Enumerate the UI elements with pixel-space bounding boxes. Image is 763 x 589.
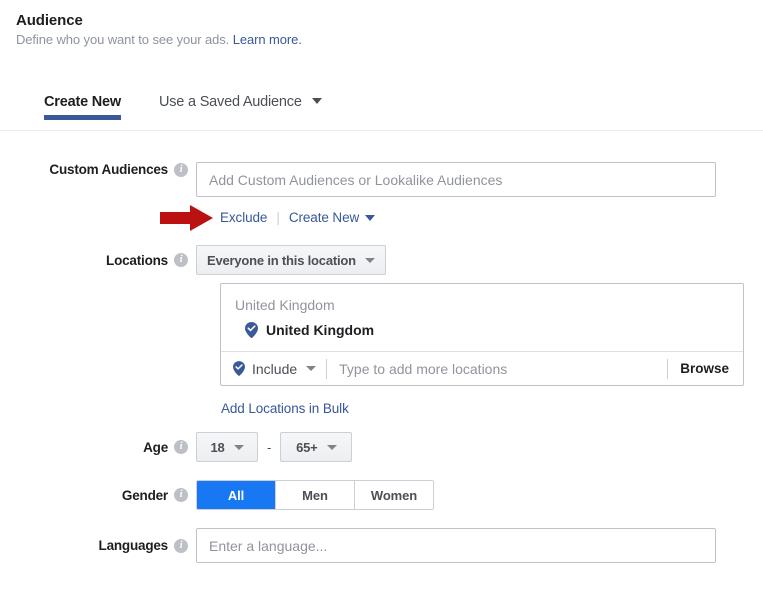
- languages-row: Languages i: [0, 528, 716, 563]
- add-locations-in-bulk-link[interactable]: Add Locations in Bulk: [221, 401, 349, 416]
- page-subtitle: Define who you want to see your ads. Lea…: [16, 32, 302, 47]
- create-new-audience-link[interactable]: Create New: [289, 210, 359, 225]
- chevron-down-icon: [306, 366, 317, 371]
- locations-group-header: United Kingdom: [235, 297, 335, 313]
- locations-label: Locations i: [0, 245, 196, 275]
- tab-create-new-label: Create New: [44, 94, 121, 110]
- sublinks-separator: |: [276, 210, 280, 225]
- age-label-text: Age: [143, 439, 168, 455]
- gender-label: Gender i: [0, 480, 196, 510]
- languages-label-text: Languages: [98, 538, 169, 553]
- location-pin-check-icon: [245, 322, 258, 338]
- location-scope-dropdown[interactable]: Everyone in this location: [196, 245, 386, 275]
- page-title: Audience: [16, 12, 83, 29]
- locations-search-bar: Include Browse: [221, 351, 743, 385]
- chevron-down-icon: [311, 98, 322, 104]
- info-icon[interactable]: i: [174, 538, 188, 553]
- location-selected-item-label: United Kingdom: [266, 322, 375, 338]
- tab-use-saved-audience[interactable]: Use a Saved Audience: [159, 94, 322, 120]
- age-label: Age i: [0, 432, 196, 462]
- location-include-dropdown[interactable]: Include: [221, 361, 326, 377]
- location-pin-check-icon: [233, 361, 245, 376]
- custom-audiences-row: Custom Audiences i: [0, 162, 716, 197]
- age-max-dropdown[interactable]: 65+: [280, 432, 353, 462]
- audience-tabs: Create New Use a Saved Audience: [44, 94, 322, 120]
- custom-audiences-input[interactable]: [196, 162, 716, 197]
- gender-option-all[interactable]: All: [197, 481, 276, 509]
- browse-locations-button[interactable]: Browse: [668, 361, 743, 376]
- audience-section-header: Audience Define who you want to see your…: [16, 12, 302, 47]
- tab-use-saved-audience-label: Use a Saved Audience: [158, 94, 302, 110]
- chevron-down-icon: [364, 257, 375, 263]
- gender-option-women[interactable]: Women: [355, 481, 433, 509]
- custom-audiences-sublinks: Exclude | Create New: [220, 210, 376, 225]
- gender-option-men[interactable]: Men: [276, 481, 355, 509]
- languages-label: Languages i: [0, 528, 196, 563]
- age-range-separator: -: [267, 439, 272, 455]
- locations-box: United Kingdom United Kingdom Include Br…: [220, 283, 744, 386]
- tab-create-new[interactable]: Create New: [44, 94, 121, 120]
- gender-row: Gender i All Men Women: [0, 480, 434, 510]
- location-include-dropdown-label: Include: [252, 360, 298, 377]
- info-icon[interactable]: i: [174, 162, 188, 177]
- location-scope-dropdown-label: Everyone in this location: [207, 252, 356, 268]
- languages-input[interactable]: [196, 528, 716, 563]
- chevron-down-icon: [326, 444, 337, 450]
- age-min-dropdown[interactable]: 18: [196, 432, 258, 462]
- info-icon[interactable]: i: [174, 440, 188, 454]
- tabs-divider: [0, 130, 763, 131]
- age-min-value: 18: [210, 439, 225, 455]
- locations-label-text: Locations: [106, 252, 168, 268]
- location-selected-item[interactable]: United Kingdom: [221, 313, 743, 351]
- locations-search-input[interactable]: [327, 352, 668, 385]
- info-icon[interactable]: i: [174, 488, 188, 502]
- gender-segmented-control: All Men Women: [196, 480, 434, 510]
- chevron-down-icon: [233, 444, 244, 450]
- learn-more-link[interactable]: Learn more.: [233, 32, 302, 47]
- locations-row: Locations i Everyone in this location: [0, 245, 386, 275]
- exclude-link[interactable]: Exclude: [220, 210, 267, 225]
- red-arrow-annotation-icon: [160, 205, 213, 231]
- page-subtitle-text: Define who you want to see your ads.: [16, 32, 230, 47]
- custom-audiences-label: Custom Audiences i: [0, 162, 196, 177]
- gender-label-text: Gender: [121, 487, 168, 503]
- info-icon[interactable]: i: [174, 253, 188, 267]
- chevron-down-icon: [365, 214, 376, 221]
- age-row: Age i 18 - 65+: [0, 432, 353, 462]
- age-max-value: 65+: [296, 439, 318, 455]
- custom-audiences-label-text: Custom Audiences: [49, 162, 168, 177]
